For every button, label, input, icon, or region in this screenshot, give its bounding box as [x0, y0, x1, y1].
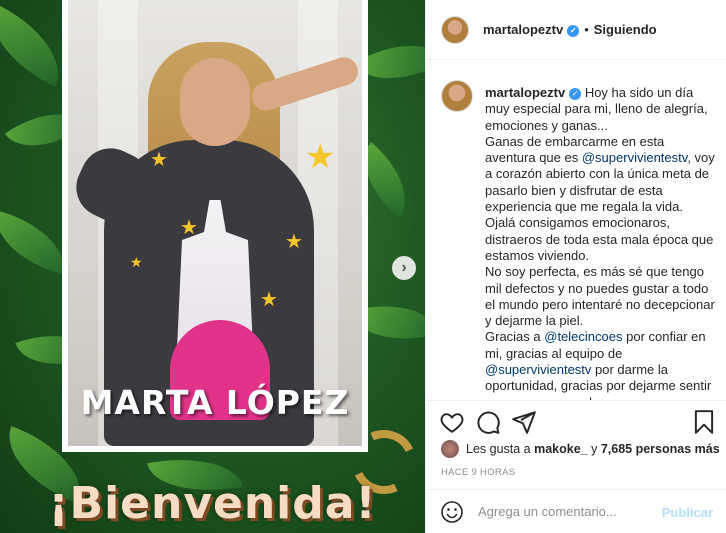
separator-dot: • — [584, 22, 589, 37]
comment-input[interactable] — [478, 504, 658, 519]
caption-text-segment: Gracias a — [485, 329, 545, 345]
likes-summary[interactable]: Les gusta a makoke_ y 7,685 personas más — [441, 440, 720, 458]
caption-username[interactable]: martalopeztv — [485, 85, 565, 100]
post-header: martalopeztv ✓ • Siguiendo — [426, 0, 726, 60]
author-username[interactable]: martalopeztv ✓ — [483, 22, 580, 37]
caption-paragraph-3: No soy perfecta, es más sé que tengo mil… — [485, 264, 715, 329]
star-icon: ★ — [150, 149, 168, 171]
caption-text-segment: , voy a corazón abierto con la única met… — [485, 150, 715, 263]
face-shape — [180, 58, 250, 146]
emoji-icon[interactable] — [440, 500, 464, 524]
caption-paragraph-4: Gracias a @telecincoes por confiar en mi… — [485, 329, 715, 400]
likes-text: Les gusta a makoke_ y 7,685 personas más — [466, 442, 720, 456]
chevron-right-icon: › — [401, 259, 407, 276]
caption-first-line: martalopeztv ✓ Hoy ha sido un día muy esp… — [485, 85, 715, 134]
star-icon: ★ — [285, 231, 303, 253]
comment-icon[interactable] — [475, 409, 501, 435]
post-image[interactable]: ★ ★ ★ ★ ★ ★ MARTA LÓPEZ ¡Bienvenida! › — [0, 0, 425, 533]
verified-badge-icon: ✓ — [567, 24, 580, 37]
post-timestamp[interactable]: HACE 9 HORAS — [441, 467, 515, 478]
author-avatar[interactable] — [441, 15, 469, 44]
caption-paragraph-2: Ganas de embarcarme en esta aventura que… — [485, 134, 715, 264]
star-icon: ★ — [305, 138, 336, 176]
comment-bar: Publicar — [426, 489, 726, 533]
author-username-text[interactable]: martalopeztv — [483, 22, 563, 37]
star-icon: ★ — [130, 254, 143, 270]
likes-middle: y — [587, 442, 601, 456]
post-panel: martalopeztv ✓ • Siguiendo martalopeztv ✓ … — [425, 0, 726, 533]
welcome-banner: ¡Bienvenida! — [48, 478, 377, 529]
star-icon: ★ — [260, 289, 278, 311]
overlay-name: MARTA LÓPEZ — [80, 383, 350, 422]
liker-avatar — [441, 440, 459, 458]
bookmark-icon[interactable] — [691, 409, 717, 435]
mention-link[interactable]: @telecincoes — [544, 329, 622, 344]
caption-text: martalopeztv ✓ Hoy ha sido un día muy esp… — [485, 85, 715, 400]
caption-area: martalopeztv ✓ Hoy ha sido un día muy esp… — [426, 60, 726, 400]
action-bar — [426, 400, 726, 442]
mention-link[interactable]: @supervivientestv — [582, 150, 687, 165]
likes-prefix: Les gusta a — [466, 442, 535, 456]
mention-link[interactable]: @supervivientestv — [485, 362, 591, 377]
verified-badge-icon: ✓ — [569, 87, 582, 100]
heart-icon[interactable] — [439, 409, 465, 435]
caption-author-avatar[interactable] — [441, 80, 473, 112]
next-image-button[interactable]: › — [392, 256, 416, 280]
following-button[interactable]: Siguiendo — [594, 22, 657, 37]
liker-username[interactable]: makoke_ — [534, 442, 588, 456]
star-icon: ★ — [180, 217, 198, 239]
likes-count[interactable]: 7,685 personas más — [601, 442, 720, 456]
share-icon[interactable] — [511, 409, 537, 435]
publish-button[interactable]: Publicar — [662, 505, 713, 520]
